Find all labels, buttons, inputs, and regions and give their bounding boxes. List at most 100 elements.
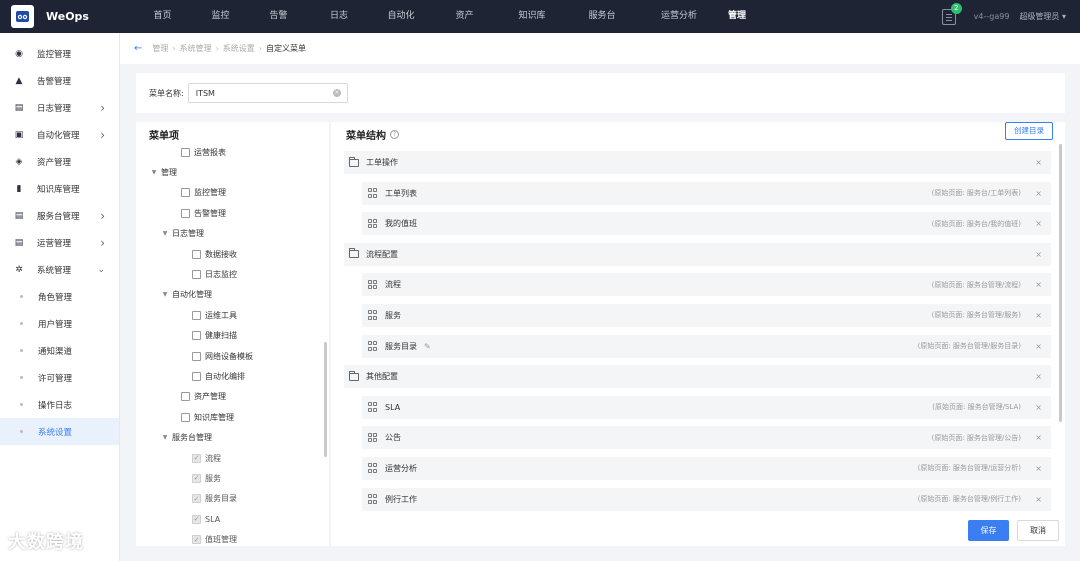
close-icon[interactable]: × [1035, 280, 1042, 289]
close-icon[interactable]: × [1035, 158, 1042, 167]
close-icon[interactable]: × [1035, 250, 1042, 259]
sidebar-subitem[interactable]: 操作日志 [0, 391, 119, 418]
nav-monitor[interactable]: 监控 [193, 0, 248, 33]
caret-down-icon[interactable]: ▼ [150, 169, 158, 176]
nav-assets[interactable]: 资产 [433, 0, 496, 33]
create-directory-button[interactable]: 创建目录 [1005, 122, 1053, 140]
sidebar-item-automation[interactable]: ▣ 自动化管理 › [0, 121, 119, 148]
tree-node[interactable]: ▼ 自动化管理 [136, 285, 321, 305]
notification-icon[interactable]: 2 [941, 2, 962, 25]
save-button[interactable]: 保存 [968, 520, 1009, 541]
breadcrumb-item[interactable]: 管理 [152, 43, 168, 54]
checkbox[interactable] [181, 412, 190, 422]
menu-item-row[interactable]: 运营分析 (原始页面: 服务台管理/运营分析) × [362, 456, 1051, 480]
close-icon[interactable]: × [1035, 433, 1042, 442]
tree-node[interactable]: 运营报表 [136, 142, 321, 162]
menu-item-row[interactable]: 公告 (原始页面: 服务台管理/公告) × [362, 426, 1051, 450]
tree-node[interactable]: 日志监控 [136, 264, 321, 284]
tree-node[interactable]: 知识库管理 [136, 407, 321, 427]
tree-node[interactable]: ✓ 服务 [136, 468, 321, 488]
tree-node[interactable]: 资产管理 [136, 387, 321, 407]
menu-name-input[interactable]: ITSM × [187, 83, 348, 103]
tree-node[interactable]: ▼ 服务台管理 [136, 427, 321, 447]
tree-node[interactable]: 自动化编排 [136, 366, 321, 386]
tree-node[interactable]: 健康扫描 [136, 326, 321, 346]
checkbox[interactable] [181, 392, 190, 402]
caret-down-icon[interactable]: ▼ [161, 230, 169, 237]
checkbox[interactable] [181, 188, 190, 198]
menu-item-row[interactable]: 我的值班 (原始页面: 服务台/我的值班) × [362, 212, 1051, 236]
nav-alert[interactable]: 告警 [248, 0, 309, 33]
checkbox[interactable] [181, 208, 190, 218]
nav-knowledge[interactable]: 知识库 [496, 0, 568, 33]
user-menu[interactable]: 超级管理员 ▾ [1019, 11, 1066, 22]
tree-node[interactable]: 数据接收 [136, 244, 321, 264]
sidebar-item-operation[interactable]: ▤ 运营管理 › [0, 229, 119, 256]
back-arrow-icon[interactable]: ← [134, 43, 142, 54]
menu-item-row[interactable]: 服务 (原始页面: 服务台管理/服务) × [362, 303, 1051, 327]
tree-node[interactable]: ✓ 值班管理 [136, 529, 321, 546]
nav-analysis[interactable]: 运营分析 [636, 0, 722, 33]
structure-scrollbar[interactable] [1059, 144, 1062, 422]
checkbox[interactable] [192, 310, 201, 320]
edit-icon[interactable]: ✎ [424, 342, 431, 351]
sidebar-item-book[interactable]: ▮ 知识库管理 [0, 175, 119, 202]
tree-node[interactable]: ✓ 服务目录 [136, 489, 321, 509]
sidebar-item-monitor[interactable]: ◉ 监控管理 [0, 40, 119, 67]
close-icon[interactable]: × [1035, 189, 1042, 198]
close-icon[interactable]: × [1035, 219, 1042, 228]
tree-scrollbar[interactable] [324, 342, 327, 457]
sidebar-subitem[interactable]: 角色管理 [0, 283, 119, 310]
tree-node[interactable]: ▼ 管理 [136, 162, 321, 182]
close-icon[interactable]: × [1035, 311, 1042, 320]
nav-log[interactable]: 日志 [309, 0, 369, 33]
close-icon[interactable]: × [1035, 342, 1042, 351]
menu-item-row[interactable]: SLA (原始页面: 服务台管理/SLA) × [362, 395, 1051, 419]
sidebar-item-servicedesk[interactable]: ▤ 服务台管理 › [0, 202, 119, 229]
breadcrumb-item[interactable]: 系统管理 [180, 43, 212, 54]
menu-item-row[interactable]: 工单列表 (原始页面: 服务台/工单列表) × [362, 181, 1051, 205]
sidebar-item-alert[interactable]: ▲ 告警管理 [0, 67, 119, 94]
sidebar-subitem[interactable]: 系统设置 [0, 418, 119, 445]
sidebar-subitem[interactable]: 许可管理 [0, 364, 119, 391]
sidebar-subitem[interactable]: 用户管理 [0, 310, 119, 337]
menu-directory-row[interactable]: 工单操作 × [344, 151, 1051, 174]
close-icon[interactable]: × [1035, 372, 1042, 381]
checkbox[interactable] [192, 249, 201, 259]
sidebar-item-assets[interactable]: ◈ 资产管理 [0, 148, 119, 175]
cancel-button[interactable]: 取消 [1017, 520, 1059, 541]
menu-item-row[interactable]: 流程 (原始页面: 服务台管理/流程) × [362, 273, 1051, 297]
tree-node[interactable]: 监控管理 [136, 183, 321, 203]
caret-down-icon[interactable]: ▼ [161, 434, 169, 441]
tree-node[interactable]: 网络设备模板 [136, 346, 321, 366]
help-icon[interactable]: ? [390, 130, 399, 139]
checkbox[interactable] [192, 351, 201, 361]
nav-servicedesk[interactable]: 服务台 [568, 0, 636, 33]
tree-node[interactable]: 告警管理 [136, 203, 321, 223]
sidebar-item-settings[interactable]: ✲ 系统管理 ⌄ [0, 256, 119, 283]
close-icon[interactable]: × [1035, 464, 1042, 473]
menu-directory-row[interactable]: 其他配置 × [344, 365, 1051, 389]
caret-down-icon[interactable]: ▼ [161, 291, 169, 298]
weops-logo[interactable] [11, 5, 34, 28]
tree-node[interactable]: ✓ 流程 [136, 448, 321, 468]
menu-directory-row[interactable]: 流程配置 × [344, 242, 1051, 266]
sidebar-subitem[interactable]: 通知渠道 [0, 337, 119, 364]
tree-node[interactable]: ▼ 日志管理 [136, 224, 321, 244]
checkbox[interactable] [192, 331, 201, 341]
close-icon[interactable]: × [1035, 403, 1042, 412]
nav-admin[interactable]: 管理 [722, 0, 752, 33]
clear-icon[interactable]: × [332, 89, 341, 97]
sidebar-item-log[interactable]: ▤ 日志管理 › [0, 94, 119, 121]
checkbox[interactable] [192, 270, 201, 280]
menu-item-row[interactable]: 例行工作 (原始页面: 服务台管理/例行工作) × [362, 487, 1051, 511]
checkbox[interactable] [181, 147, 190, 157]
breadcrumb-item[interactable]: 系统设置 [223, 43, 255, 54]
tree-node[interactable]: ✓ SLA [136, 509, 321, 529]
menu-item-row[interactable]: 服务目录 ✎ (原始页面: 服务台管理/服务目录) × [362, 334, 1051, 358]
close-icon[interactable]: × [1035, 495, 1042, 504]
nav-home[interactable]: 首页 [132, 0, 193, 33]
checkbox[interactable] [192, 371, 201, 381]
nav-automation[interactable]: 自动化 [369, 0, 433, 33]
tree-node[interactable]: 运维工具 [136, 305, 321, 325]
